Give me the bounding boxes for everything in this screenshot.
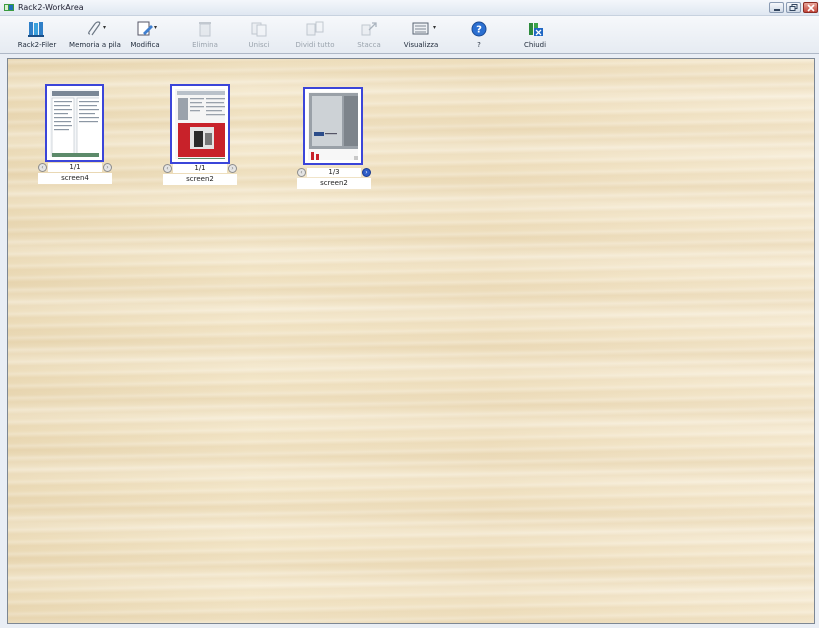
trash-icon [199, 22, 211, 37]
document-stack[interactable]: ‹ 1/3 › screen2 [297, 87, 371, 191]
next-page-button[interactable]: › [362, 168, 371, 177]
svg-text:?: ? [476, 25, 482, 36]
document-thumbnail[interactable] [170, 84, 230, 164]
title-bar: Rack2-WorkArea [0, 0, 819, 16]
page-counter: 1/1 [48, 163, 102, 172]
minimize-button[interactable] [769, 2, 784, 13]
stacca-button[interactable]: Stacca [354, 16, 384, 53]
chevron-down-icon: ▾ [433, 24, 437, 31]
document-thumbnail[interactable] [303, 87, 363, 165]
previous-page-button[interactable]: ‹ [297, 168, 306, 177]
next-page-button[interactable]: › [228, 164, 237, 173]
document-stack[interactable]: ‹ 1/1 › screen4 [38, 84, 112, 186]
memoria-a-pila-button[interactable]: ▾ Memoria a pila [69, 16, 121, 53]
page-preview [308, 92, 358, 160]
page-counter: 1/1 [173, 164, 227, 173]
work-area[interactable]: ‹ 1/1 › screen4 ‹ 1/1 › screen2 ‹ 1/3 › … [7, 58, 815, 624]
unisci-button[interactable]: Unisci [245, 16, 273, 53]
document-stack[interactable]: ‹ 1/1 › screen2 [163, 84, 237, 186]
page-navigator: ‹ 1/1 › [163, 164, 237, 173]
edit-page-icon [137, 21, 153, 36]
page-counter: 1/3 [307, 168, 361, 177]
visualizza-button[interactable]: ▾ Visualizza [403, 16, 439, 53]
chevron-down-icon: ▾ [103, 24, 107, 31]
document-thumbnail[interactable] [45, 84, 104, 162]
help-icon: ? [471, 21, 487, 37]
toolbar-label-visualizza: Visualizza [403, 41, 439, 49]
close-workarea-icon [529, 23, 543, 36]
page-preview [50, 89, 99, 157]
toolbar-label-help: ? [477, 41, 481, 49]
next-page-button[interactable]: › [103, 163, 112, 172]
help-button[interactable]: ? ? [468, 16, 490, 53]
minimize-icon [774, 9, 780, 11]
restore-icon [789, 4, 798, 11]
paperclip-icon [88, 21, 101, 36]
page-navigator: ‹ 1/3 › [297, 168, 371, 177]
page-navigator: ‹ 1/1 › [38, 163, 112, 172]
previous-page-button[interactable]: ‹ [163, 164, 172, 173]
toolbar: Rack2-Filer ▾ Memoria a pila ▾ Modifica … [0, 16, 819, 54]
window-title: Rack2-WorkArea [18, 3, 84, 12]
toolbar-label-modifica: Modifica [130, 41, 160, 49]
dividi-tutto-button[interactable]: Dividi tutto [293, 16, 337, 53]
toolbar-label-stacca: Stacca [357, 41, 381, 49]
page-preview [175, 89, 225, 159]
document-name: screen2 [297, 178, 371, 189]
bookshelf-icon [28, 22, 44, 37]
document-name: screen2 [163, 174, 237, 185]
close-window-button[interactable] [803, 2, 818, 13]
detach-icon [361, 22, 377, 36]
view-grid-icon [412, 22, 429, 35]
app-icon [4, 4, 14, 11]
merge-icon [251, 22, 267, 37]
modifica-button[interactable]: ▾ Modifica [129, 16, 161, 53]
previous-page-button[interactable]: ‹ [38, 163, 47, 172]
chevron-down-icon: ▾ [154, 24, 158, 31]
document-name: screen4 [38, 173, 112, 184]
rack2-filer-button[interactable]: Rack2-Filer [17, 16, 57, 53]
toolbar-label-elimina: Elimina [192, 41, 218, 49]
toolbar-label-unisci: Unisci [248, 41, 270, 49]
maximize-button[interactable] [786, 2, 801, 13]
toolbar-label-rack2-filer: Rack2-Filer [17, 41, 57, 49]
toolbar-label-dividi-tutto: Dividi tutto [295, 41, 335, 49]
elimina-button[interactable]: Elimina [190, 16, 220, 53]
chiudi-button[interactable]: Chiudi [520, 16, 550, 53]
toolbar-label-chiudi: Chiudi [523, 41, 547, 49]
close-icon [807, 4, 815, 12]
split-all-icon [306, 21, 324, 36]
